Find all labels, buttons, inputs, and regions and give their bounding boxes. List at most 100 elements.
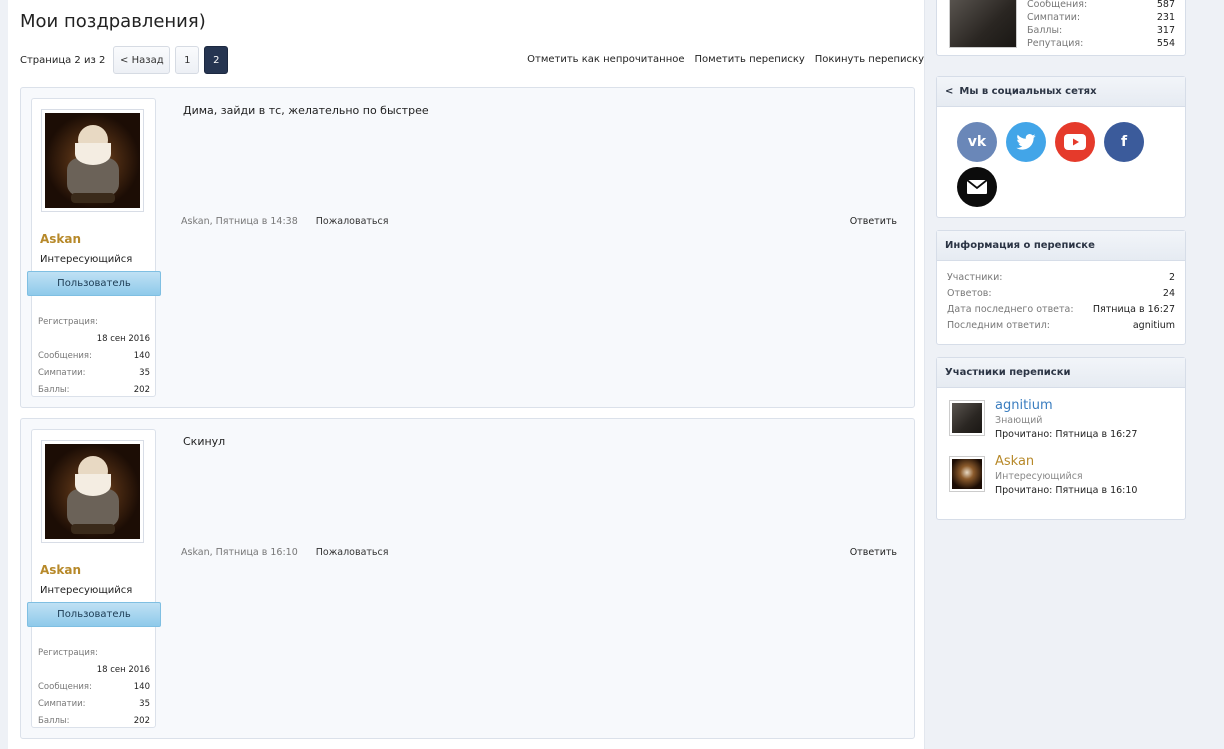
message-footer: Askan, Пятница в 16:10 Пожаловаться Отве… bbox=[181, 547, 897, 558]
page-2-button[interactable]: 2 bbox=[204, 46, 229, 74]
likes-label: Симпатии: bbox=[38, 367, 86, 378]
user-role-badge: Пользователь bbox=[27, 602, 161, 627]
avatar-image bbox=[45, 113, 140, 208]
visitor-panel: Сообщения: 587 Симпатии: 231 Баллы: 317 Реп… bbox=[936, 0, 1186, 56]
info-value[interactable]: Пятница в 16:27 bbox=[1093, 304, 1175, 315]
mail-icon[interactable] bbox=[957, 167, 997, 207]
social-title: Мы в социальных сетях bbox=[959, 86, 1097, 97]
info-row: Последним ответил: agnitium bbox=[947, 317, 1175, 333]
stat-value: 231 bbox=[1156, 12, 1175, 23]
stat-value: 554 bbox=[1156, 38, 1175, 49]
youtube-icon[interactable] bbox=[1055, 122, 1095, 162]
likes-value: 35 bbox=[139, 367, 150, 378]
page-title: Мои поздравления) bbox=[20, 11, 206, 32]
avatar[interactable] bbox=[41, 109, 144, 212]
participant-item: Askan Интересующийся Прочитано: Пятница … bbox=[949, 454, 1179, 498]
reg-label: Регистрация: bbox=[38, 316, 98, 327]
user-card: Askan Интересующийся Пользователь Регист… bbox=[27, 98, 161, 398]
main-content: Мои поздравления) Страница 2 из 2 < Наза… bbox=[8, 0, 925, 749]
msgs-value: 140 bbox=[133, 681, 150, 692]
reply-link[interactable]: Ответить bbox=[850, 547, 897, 558]
social-header: < Мы в социальных сетях bbox=[937, 77, 1185, 107]
leave-conversation-link[interactable]: Покинуть переписку bbox=[815, 54, 924, 65]
participant-read: Прочитано: Пятница в 16:10 bbox=[995, 485, 1138, 496]
user-stats: Регистрация: 18 сен 2016 Сообщения: 140 С… bbox=[38, 644, 150, 729]
user-role-badge: Пользователь bbox=[27, 271, 161, 296]
info-label: Ответов: bbox=[947, 287, 992, 299]
message-text: Скинул bbox=[183, 435, 226, 448]
stat-value: 317 bbox=[1156, 25, 1175, 36]
visitor-stats: Сообщения: 587 Симпатии: 231 Баллы: 317 Реп… bbox=[1027, 0, 1175, 51]
mark-unread-link[interactable]: Отметить как непрочитанное bbox=[527, 54, 684, 65]
likes-label: Симпатии: bbox=[38, 698, 86, 709]
participants-block: Участники переписки agnitium Знающий Про… bbox=[936, 357, 1186, 520]
star-conversation-link[interactable]: Пометить переписку bbox=[695, 54, 805, 65]
message: Askan Интересующийся Пользователь Регист… bbox=[20, 87, 915, 408]
participant-name[interactable]: Askan bbox=[995, 454, 1034, 469]
reg-label: Регистрация: bbox=[38, 647, 98, 658]
participant-read: Прочитано: Пятница в 16:27 bbox=[995, 429, 1138, 440]
stat-label: Репутация: bbox=[1027, 38, 1084, 49]
page-label: Страница 2 из 2 bbox=[20, 54, 106, 66]
msgs-value: 140 bbox=[133, 350, 150, 361]
points-value: 202 bbox=[133, 384, 150, 395]
stat-value: 587 bbox=[1156, 0, 1175, 10]
info-label: Участники: bbox=[947, 271, 1003, 283]
info-value: 24 bbox=[1162, 287, 1175, 299]
message: Askan Интересующийся Пользователь Регист… bbox=[20, 418, 915, 739]
conversation-actions: Отметить как непрочитанное Пометить пере… bbox=[517, 54, 924, 65]
report-link[interactable]: Пожаловаться bbox=[316, 216, 389, 227]
message-text: Дима, зайди в тс, желательно по быстрее bbox=[183, 104, 429, 117]
page-1-button[interactable]: 1 bbox=[175, 46, 200, 74]
page-navigation: Страница 2 из 2 < Назад 1 2 bbox=[20, 46, 233, 74]
vk-icon[interactable]: vk bbox=[957, 122, 997, 162]
msgs-label: Сообщения: bbox=[38, 681, 92, 692]
visitor-avatar[interactable] bbox=[949, 0, 1017, 48]
user-name[interactable]: Askan bbox=[40, 232, 81, 246]
points-label: Баллы: bbox=[38, 384, 70, 395]
user-title: Интересующийся bbox=[40, 585, 133, 596]
avatar-image bbox=[45, 444, 140, 539]
participant-role: Интересующийся bbox=[995, 471, 1083, 482]
participant-item: agnitium Знающий Прочитано: Пятница в 16… bbox=[949, 398, 1179, 442]
message-footer: Askan, Пятница в 14:38 Пожаловаться Отве… bbox=[181, 216, 897, 227]
avatar[interactable] bbox=[41, 440, 144, 543]
info-label: Последним ответил: bbox=[947, 319, 1051, 331]
info-value: 2 bbox=[1168, 271, 1175, 283]
stat-label: Сообщения: bbox=[1027, 0, 1088, 10]
info-value[interactable]: agnitium bbox=[1133, 320, 1175, 331]
social-block: < Мы в социальных сетях vk f bbox=[936, 76, 1186, 218]
info-row: Дата последнего ответа: Пятница в 16:27 bbox=[947, 301, 1175, 317]
share-icon: < bbox=[945, 86, 954, 97]
stat-label: Баллы: bbox=[1027, 25, 1063, 36]
points-value: 202 bbox=[133, 715, 150, 726]
info-row: Участники: 2 bbox=[947, 269, 1175, 285]
facebook-icon[interactable]: f bbox=[1104, 122, 1144, 162]
user-title: Интересующийся bbox=[40, 254, 133, 265]
social-icons: vk f bbox=[957, 122, 1167, 212]
report-link[interactable]: Пожаловаться bbox=[316, 547, 389, 558]
avatar[interactable] bbox=[949, 400, 985, 436]
twitter-icon[interactable] bbox=[1006, 122, 1046, 162]
message-meta[interactable]: Askan, Пятница в 14:38 bbox=[181, 216, 298, 227]
reply-link[interactable]: Ответить bbox=[850, 216, 897, 227]
likes-value: 35 bbox=[139, 698, 150, 709]
reg-value: 18 сен 2016 bbox=[96, 333, 150, 344]
msgs-label: Сообщения: bbox=[38, 350, 92, 361]
conversation-info-block: Информация о переписке Участники: 2 Ответ… bbox=[936, 230, 1186, 345]
user-card: Askan Интересующийся Пользователь Регист… bbox=[27, 429, 161, 729]
info-title: Информация о переписке bbox=[937, 231, 1185, 261]
points-label: Баллы: bbox=[38, 715, 70, 726]
participant-role: Знающий bbox=[995, 415, 1043, 426]
message-meta[interactable]: Askan, Пятница в 16:10 bbox=[181, 547, 298, 558]
info-label: Дата последнего ответа: bbox=[947, 303, 1074, 315]
reg-value: 18 сен 2016 bbox=[96, 664, 150, 675]
participants-title: Участники переписки bbox=[937, 358, 1185, 388]
avatar[interactable] bbox=[949, 456, 985, 492]
info-row: Ответов: 24 bbox=[947, 285, 1175, 301]
user-name[interactable]: Askan bbox=[40, 563, 81, 577]
participant-name[interactable]: agnitium bbox=[995, 398, 1053, 413]
user-stats: Регистрация: 18 сен 2016 Сообщения: 140 С… bbox=[38, 313, 150, 398]
back-button[interactable]: < Назад bbox=[113, 46, 171, 74]
stat-label: Симпатии: bbox=[1027, 12, 1081, 23]
